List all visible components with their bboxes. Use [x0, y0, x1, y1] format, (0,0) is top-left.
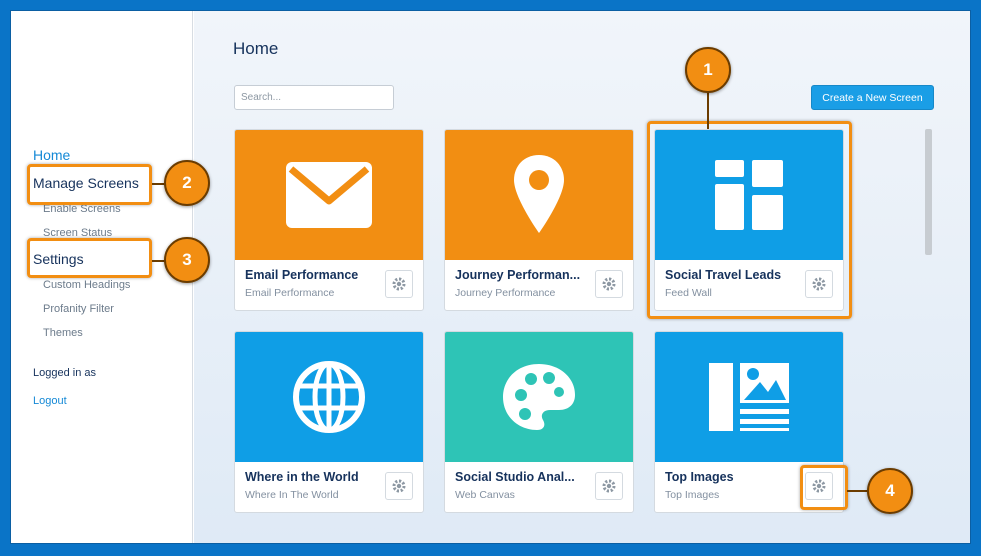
card-image: [235, 130, 423, 260]
card-image: [655, 332, 843, 462]
card-subtitle: Top Images: [665, 489, 720, 501]
palette-icon: [503, 364, 575, 430]
card-subtitle: Email Performance: [245, 287, 335, 299]
card-image: [445, 332, 633, 462]
screen-card[interactable]: Social Studio Anal... Web Canvas: [444, 331, 634, 513]
image-gallery-icon: [709, 363, 789, 431]
card-subtitle: Where In The World: [245, 489, 339, 501]
gear-icon: [602, 479, 616, 493]
envelope-icon: [286, 162, 372, 228]
card-image: [235, 332, 423, 462]
card-title: Social Studio Anal...: [455, 470, 575, 484]
card-title: Email Performance: [245, 268, 359, 282]
card-subtitle: Journey Performance: [455, 287, 556, 299]
screen-card[interactable]: Email Performance Email Performance: [234, 129, 424, 311]
callout-badge: 2: [164, 160, 210, 206]
card-subtitle: Web Canvas: [455, 489, 515, 501]
logout-link[interactable]: Logout: [33, 395, 67, 407]
create-new-screen-button[interactable]: Create a New Screen: [811, 85, 934, 110]
globe-icon: [293, 361, 365, 433]
gear-icon: [392, 479, 406, 493]
card-image: [445, 130, 633, 260]
card-title: Top Images: [665, 470, 734, 484]
highlight-settings: [27, 238, 152, 278]
card-settings-button[interactable]: [595, 472, 623, 500]
callout-badge: 1: [685, 47, 731, 93]
sidebar-item-profanity-filter[interactable]: Profanity Filter: [43, 303, 114, 315]
scrollbar[interactable]: [925, 129, 932, 255]
app-window: Home Manage Screens Enable Screens Scree…: [10, 10, 971, 544]
screen-card[interactable]: Journey Performan... Journey Performance: [444, 129, 634, 311]
sidebar-item-home[interactable]: Home: [33, 147, 70, 163]
card-settings-button[interactable]: [385, 270, 413, 298]
logged-in-label: Logged in as: [33, 367, 96, 379]
main-content: Home Create a New Screen Email Performan…: [194, 11, 970, 543]
page-title: Home: [233, 39, 279, 58]
highlight-social-travel-leads: [647, 121, 852, 319]
sidebar: Home Manage Screens Enable Screens Scree…: [11, 11, 193, 543]
callout-badge: 4: [867, 468, 913, 514]
sidebar-item-themes[interactable]: Themes: [43, 327, 83, 339]
gear-icon: [392, 277, 406, 291]
card-settings-button[interactable]: [385, 472, 413, 500]
map-pin-icon: [514, 155, 564, 233]
highlight-card-settings: [800, 465, 848, 510]
callout-connector: [707, 89, 709, 129]
screen-card[interactable]: Where in the World Where In The World: [234, 331, 424, 513]
highlight-manage-screens: [27, 164, 152, 205]
gear-icon: [602, 277, 616, 291]
card-title: Where in the World: [245, 470, 359, 484]
card-settings-button[interactable]: [595, 270, 623, 298]
card-title: Journey Performan...: [455, 268, 581, 282]
search-input[interactable]: [234, 85, 394, 110]
callout-badge: 3: [164, 237, 210, 283]
sidebar-item-custom-headings[interactable]: Custom Headings: [43, 279, 130, 291]
